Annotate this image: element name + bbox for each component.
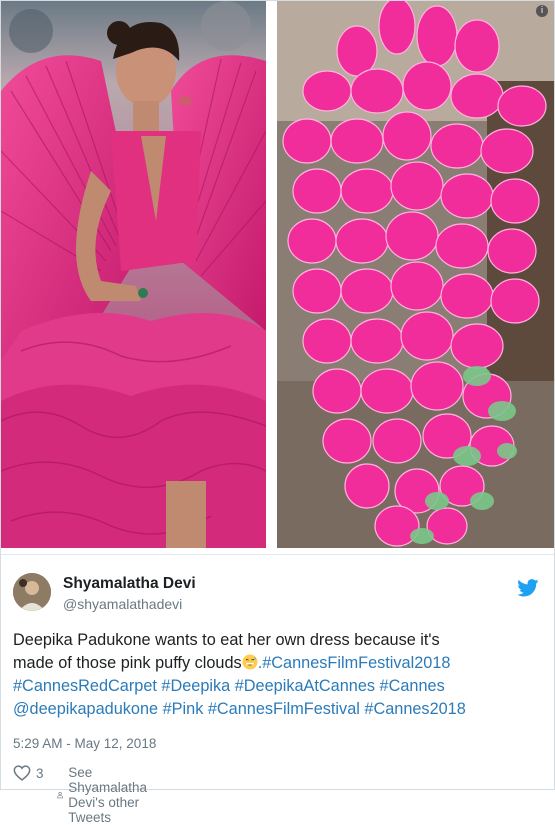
person-icon <box>57 792 63 799</box>
other-tweets-label: See Shyamalatha Devi's other Tweets <box>68 765 148 825</box>
dress-photo-illustration <box>1 1 266 548</box>
hashtag-cannesfilmfestival2018[interactable]: .#CannesFilmFestival2018 <box>258 654 451 672</box>
like-count: 3 <box>36 765 44 781</box>
heart-icon <box>13 765 31 781</box>
tweet-card: i Shyamalatha Devi @shyamalathadevi Deep… <box>0 0 555 825</box>
grin-sweat-emoji-icon <box>242 654 258 670</box>
tweet-line-1: Deepika Padukone wants to eat her own dr… <box>13 631 440 649</box>
author-name[interactable]: Shyamalatha Devi <box>63 575 196 593</box>
tweet-line-2: made of those pink puffy clouds .#CannesF… <box>13 652 543 675</box>
tweet-timestamp[interactable]: 5:29 AM - May 12, 2018 <box>13 736 156 751</box>
tweet-photos: i <box>1 1 554 554</box>
tweet-line-2-text: made of those pink puffy clouds <box>13 654 242 672</box>
dress-photo[interactable] <box>1 1 266 548</box>
info-icon[interactable]: i <box>536 5 548 17</box>
like-button[interactable]: 3 <box>13 765 44 781</box>
tweet-line-4[interactable]: @deepikapadukone #Pink #CannesFilmFestiv… <box>13 698 543 721</box>
tweet-line-3[interactable]: #CannesRedCarpet #Deepika #DeepikaAtCann… <box>13 675 543 698</box>
twitter-bird-icon[interactable] <box>517 579 539 597</box>
tweet-text: Deepika Padukone wants to eat her own dr… <box>13 629 543 721</box>
tweet-header: Shyamalatha Devi @shyamalathadevi <box>13 573 543 617</box>
other-tweets-link[interactable]: See Shyamalatha Devi's other Tweets <box>57 765 157 825</box>
cotton-candy-illustration <box>277 1 554 548</box>
cotton-candy-photo[interactable]: i <box>277 1 554 548</box>
avatar[interactable] <box>13 573 51 611</box>
author-handle[interactable]: @shyamalathadevi <box>63 596 182 612</box>
divider <box>1 554 554 555</box>
